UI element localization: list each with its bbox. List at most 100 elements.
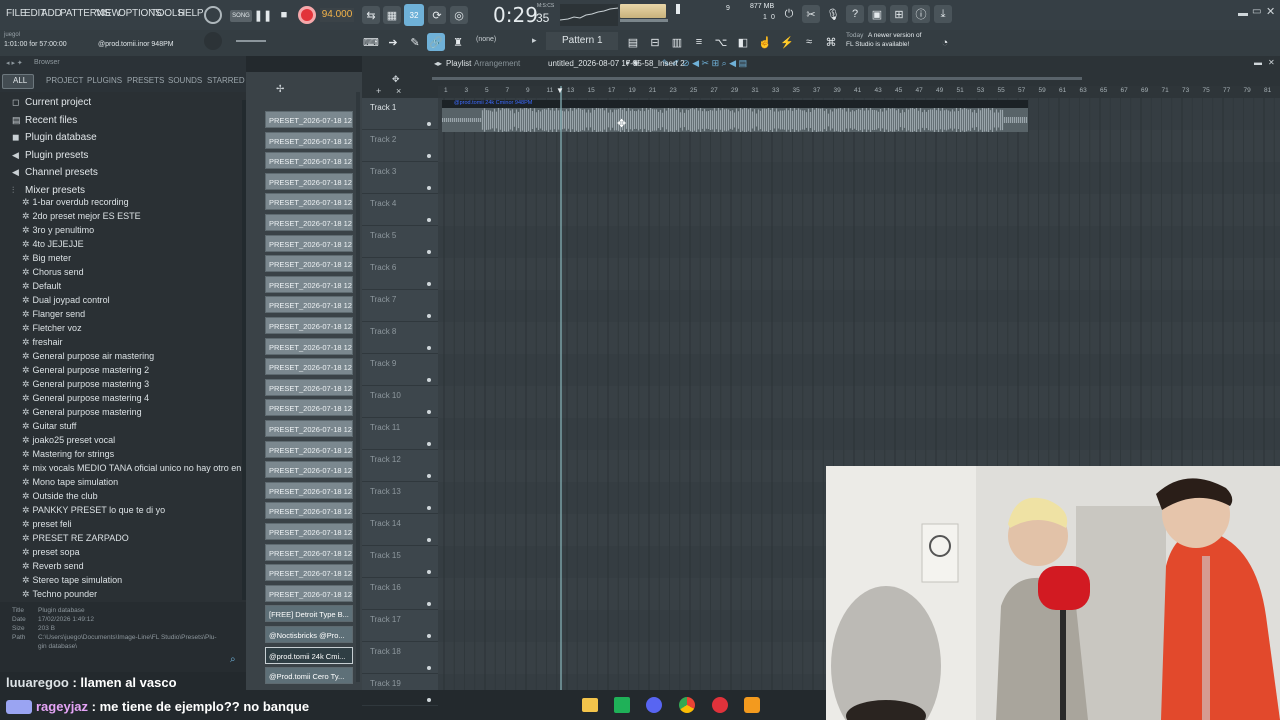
pattern-item[interactable]: PRESET_2026-07-18 12-... [265, 399, 353, 417]
preset-item[interactable]: ✲ General purpose mastering 3 [22, 379, 149, 393]
track-mute-dot[interactable] [427, 378, 431, 382]
arrow-right-icon[interactable]: ➔ [384, 33, 402, 51]
preset-item[interactable]: ✲ joako25 preset vocal [22, 435, 115, 449]
track-header[interactable]: Track 7 [362, 290, 438, 322]
track-mute-dot[interactable] [427, 250, 431, 254]
track-mute-dot[interactable] [427, 474, 431, 478]
preset-item[interactable]: ✲ Outside the club [22, 491, 98, 505]
tab-all[interactable]: ALL [13, 76, 27, 85]
track-header[interactable]: Track 6 [362, 258, 438, 290]
track-mute-dot[interactable] [427, 602, 431, 606]
track-mute-dot[interactable] [427, 314, 431, 318]
preset-item[interactable]: ✲ Fletcher voz [22, 323, 82, 337]
track-header[interactable]: Track 18 [362, 642, 438, 674]
chrome-icon[interactable] [679, 697, 695, 713]
track-header[interactable]: Track 9 [362, 354, 438, 386]
track-mute-dot[interactable] [427, 410, 431, 414]
cut-icon[interactable]: ✂ [802, 5, 820, 23]
track-mute-dot[interactable] [427, 666, 431, 670]
mixer-icon[interactable]: ≡ [690, 33, 708, 51]
pattern-item[interactable]: [FREE] Detroit Type B... [265, 605, 353, 623]
snap-select[interactable]: (none) [476, 36, 496, 43]
song-mode-toggle[interactable]: SONG [230, 10, 252, 22]
preset-item[interactable]: ✲ General purpose mastering [22, 407, 142, 421]
pitch-slider[interactable] [236, 40, 266, 42]
track-mute-dot[interactable] [427, 506, 431, 510]
pattern-item[interactable]: PRESET_2026-07-18 12-... [265, 564, 353, 582]
preset-item[interactable]: ✲ 1-bar overdub recording [22, 197, 129, 211]
pattern-item[interactable]: PRESET_2026-07-18 12-... [265, 523, 353, 540]
track-mute-dot[interactable] [427, 634, 431, 638]
preset-item[interactable]: ✲ Big meter [22, 253, 71, 267]
playhead-line[interactable] [560, 86, 562, 690]
step-edit-icon[interactable]: ▦ [383, 6, 401, 24]
picker-move-icon[interactable]: ✢ [276, 84, 284, 95]
menu-add[interactable]: ADD [41, 8, 62, 19]
playlist-arrow-icon[interactable]: ◂▸ [434, 59, 442, 68]
track-header[interactable]: Track 14 [362, 514, 438, 546]
track-header[interactable]: Track 5 [362, 226, 438, 258]
blend-notes-icon[interactable]: 32 [404, 4, 424, 26]
playhead-marker-icon[interactable]: ▼ [556, 86, 564, 95]
news-line-1[interactable]: A newer version of [868, 32, 921, 39]
pattern-item[interactable]: PRESET_2026-07-18 12-... [265, 131, 353, 149]
pattern-item[interactable]: PRESET_2026-07-18 12-... [265, 378, 353, 396]
info-icon[interactable]: ⓘ [912, 5, 930, 23]
pattern-item[interactable]: PRESET_2026-07-18 12-... [265, 275, 353, 293]
track-header[interactable]: Track 13 [362, 482, 438, 514]
menu-help[interactable]: HELP [178, 8, 204, 19]
metronome-icon[interactable] [204, 6, 222, 24]
pattern-item[interactable]: PRESET_2026-07-18 12-... [265, 111, 353, 128]
loop-record-icon[interactable]: ⟳ [428, 6, 446, 24]
browser-folder[interactable]: ◀ Plugin presets [0, 148, 242, 164]
pattern-item[interactable]: PRESET_2026-07-18 12-... [265, 317, 353, 334]
track-header[interactable]: Track 12 [362, 450, 438, 482]
tab-presets[interactable]: PRESETS [127, 76, 164, 85]
preset-item[interactable]: ✲ Guitar stuff [22, 421, 76, 435]
tab-project[interactable]: PROJECT [46, 76, 83, 85]
playlist-close-icon[interactable]: ▬ [1254, 58, 1262, 67]
tab-sounds[interactable]: SOUNDS [168, 76, 202, 85]
discord-icon[interactable] [646, 697, 662, 713]
wait-input-icon[interactable]: ◎ [450, 6, 468, 24]
pattern-item[interactable]: PRESET_2026-07-18 12-... [265, 337, 353, 355]
track-header[interactable]: Track 17 [362, 610, 438, 642]
preset-item[interactable]: ✲ freshair [22, 337, 63, 351]
minimize-icon[interactable]: ▬ [1238, 8, 1248, 19]
pattern-item[interactable]: PRESET_2026-07-18 12-... [265, 461, 353, 479]
time-display[interactable]: 0:29 [493, 3, 538, 27]
help-icon[interactable]: ? [846, 5, 864, 23]
pattern-item[interactable]: PRESET_2026-07-18 12-... [265, 214, 353, 231]
pattern-item[interactable]: PRESET_2026-07-18 12-... [265, 172, 353, 190]
pattern-item[interactable]: PRESET_2026-07-18 12-... [265, 255, 353, 273]
preset-item[interactable]: ✲ Mono tape simulation [22, 477, 118, 491]
pattern-selector[interactable]: Pattern 1 [546, 32, 618, 50]
browser-nav-icon[interactable]: ◂ ▸ ✦ [6, 59, 23, 67]
track-mute-dot[interactable] [427, 122, 431, 126]
edison-icon[interactable]: ⚡ [778, 33, 796, 51]
track-mute-dot[interactable] [427, 538, 431, 542]
plugin-icon[interactable]: ⊞ [890, 5, 908, 23]
pattern-prev-icon[interactable]: ▸ [532, 35, 537, 46]
news-line-2[interactable]: FL Studio is available! [846, 41, 909, 48]
horizontal-scrollbar[interactable] [432, 77, 1082, 80]
preset-item[interactable]: ✲ General purpose mastering 2 [22, 365, 149, 379]
search-icon[interactable]: ⌕ [230, 654, 236, 665]
track-mute-dot[interactable] [427, 570, 431, 574]
piano-roll-icon[interactable]: ▥ [668, 33, 686, 51]
pattern-item[interactable]: @Noctisbricks @Pro... [265, 626, 353, 643]
preset-item[interactable]: ✲ Dual joypad control [22, 295, 110, 309]
track-header[interactable]: Track 10 [362, 386, 438, 418]
keyboard-icon[interactable]: ⌨ [362, 33, 380, 51]
channel-rack-icon[interactable]: ⊟ [646, 33, 664, 51]
preset-item[interactable]: ✲ 2do preset mejor ES ESTE [22, 211, 141, 225]
close-icon[interactable]: ✕ [1266, 5, 1275, 18]
preset-item[interactable]: ✲ Default [22, 281, 61, 295]
maximize-icon[interactable]: ▭ [1252, 6, 1261, 17]
brush-icon[interactable]: ✎ [406, 33, 424, 51]
timeline-ruler[interactable]: 1 3 5 7 9 11 13 15 17 19 21 23 25 27 29 31 33 35 37 39 41 43 4… [438, 86, 1280, 98]
track-mute-dot[interactable] [427, 442, 431, 446]
pattern-item[interactable]: PRESET_2026-07-18 12-... [265, 193, 353, 211]
mic-record-icon[interactable]: ⌘ [822, 33, 840, 51]
track-header[interactable]: Track 4 [362, 194, 438, 226]
